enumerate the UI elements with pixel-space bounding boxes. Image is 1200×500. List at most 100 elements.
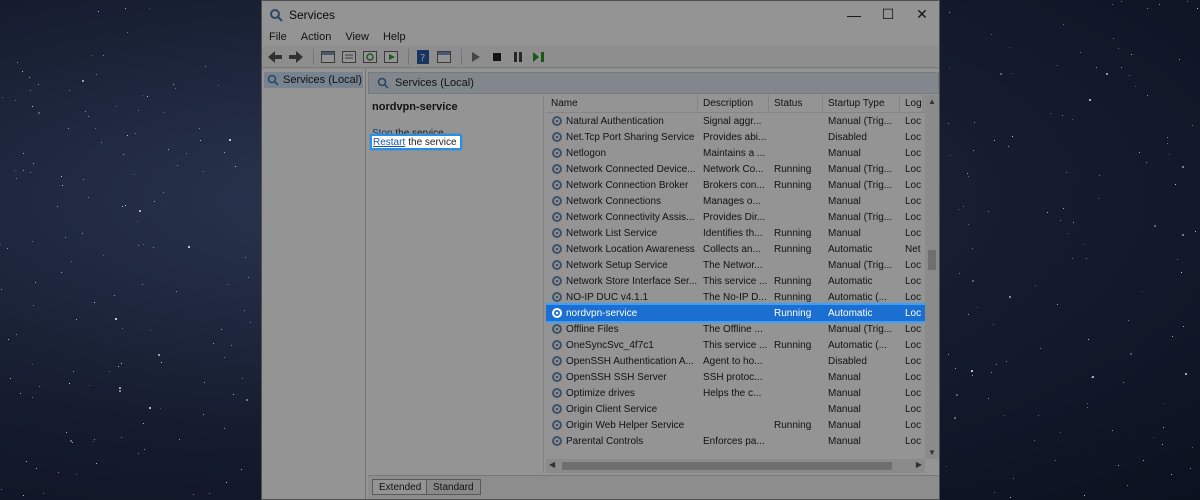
show-hide-pane-icon[interactable] (435, 48, 453, 66)
service-row[interactable]: Natural Authentication Signal aggr... Manu… (546, 113, 925, 129)
start-service-icon[interactable] (467, 48, 485, 66)
column-header-log-on-as[interactable]: Log (900, 94, 924, 113)
service-row[interactable]: NO-IP DUC v4.1.1 The No-IP D... Running Aut… (546, 289, 925, 305)
selected-service-row[interactable]: nordvpn-service Running Automatic Loc (546, 303, 925, 323)
service-row[interactable]: Network Location Awareness Collects an...… (546, 241, 925, 257)
properties-icon[interactable] (340, 48, 358, 66)
back-arrow-icon[interactable] (266, 48, 284, 66)
service-row[interactable]: Network Store Interface Ser... This servi… (546, 273, 925, 289)
service-row[interactable]: Parental Controls Enforces pa... Manual Loc (546, 433, 925, 449)
star-dot (26, 460, 28, 462)
star-dot (1003, 415, 1005, 417)
service-row[interactable]: Network Connection Broker Brokers con... R… (546, 177, 925, 193)
service-row[interactable]: OpenSSH SSH Server SSH protoc... Manual Loc (546, 369, 925, 385)
star-dot (948, 68, 950, 70)
service-name-cell: OpenSSH SSH Server (546, 371, 698, 383)
column-header-description[interactable]: Description (698, 94, 769, 113)
service-name-cell: Network Connection Broker (546, 179, 698, 191)
star-dot (115, 318, 117, 321)
tab-extended[interactable]: Extended (372, 479, 429, 495)
service-status-cell: Running (774, 163, 812, 175)
menu-view[interactable]: View (345, 31, 369, 43)
star-dot (1040, 348, 1042, 350)
menu-help[interactable]: Help (383, 31, 406, 43)
console-tree-icon[interactable] (319, 48, 337, 66)
minimize-button[interactable]: — (837, 1, 871, 28)
tree-item-services-local[interactable]: Services (Local) (264, 72, 363, 88)
tab-standard[interactable]: Standard (426, 479, 481, 495)
pause-service-icon[interactable] (509, 48, 527, 66)
star-dot (248, 277, 250, 279)
column-header-name[interactable]: Name (546, 94, 698, 113)
star-dot (1126, 484, 1128, 486)
service-row[interactable]: OpenSSH Authentication A... Agent to ho..… (546, 353, 925, 369)
export-list-icon[interactable] (382, 48, 400, 66)
close-button[interactable]: ✕ (905, 1, 939, 28)
service-gear-icon (552, 436, 562, 446)
star-dot (87, 196, 89, 198)
stop-service-icon[interactable] (488, 48, 506, 66)
star-dot (126, 134, 128, 136)
service-row[interactable]: Optimize drives Helps the c... Manual Loc (546, 385, 925, 401)
service-row[interactable]: Network Connectivity Assis... Provides Di… (546, 209, 925, 225)
scroll-down-icon[interactable]: ▼ (928, 448, 936, 457)
star-dot (229, 139, 232, 141)
service-row[interactable]: Network Connected Device... Network Co...… (546, 161, 925, 177)
forward-arrow-icon[interactable] (287, 48, 305, 66)
star-dot (212, 343, 214, 345)
pane-header-title: Services (Local) (395, 77, 474, 89)
service-row[interactable]: OneSyncSvc_4f7c1 This service ... Running A… (546, 337, 925, 353)
service-startup-type-cell: Manual (Trig... (828, 179, 893, 191)
star-dot (1127, 319, 1129, 321)
star-dot (1089, 98, 1092, 101)
restart-service-icon[interactable] (530, 48, 548, 66)
column-header-startup-type[interactable]: Startup Type (823, 94, 900, 113)
horizontal-scroll-thumb[interactable] (562, 462, 892, 470)
vertical-scroll-thumb[interactable] (928, 250, 936, 270)
star-dot (1057, 64, 1059, 66)
scroll-right-icon[interactable]: ▶ (916, 460, 922, 469)
star-dot (61, 175, 63, 177)
service-row[interactable]: Network Connections Manages o... Manual Loc (546, 193, 925, 209)
service-log-on-cell: Loc (905, 131, 922, 143)
star-dot (1196, 7, 1198, 9)
menu-file[interactable]: File (269, 31, 287, 43)
star-dot (249, 321, 251, 323)
help-icon[interactable]: ? (414, 48, 432, 66)
service-row[interactable]: Network Setup Service The Networ... Manual… (546, 257, 925, 273)
service-name-text: Net.Tcp Port Sharing Service (566, 131, 695, 143)
star-dot (89, 384, 91, 386)
star-dot (82, 178, 84, 180)
service-row[interactable]: Offline Files The Offline ... Manual (Trig… (546, 321, 925, 337)
service-row[interactable]: Netlogon Maintains a ... Manual Loc (546, 145, 925, 161)
service-startup-type-cell: Automatic (... (828, 291, 887, 303)
star-dot (1038, 415, 1040, 417)
horizontal-scrollbar[interactable]: ◀ ▶ (546, 459, 925, 473)
service-row[interactable]: Network List Service Identifies th... Runn… (546, 225, 925, 241)
refresh-icon[interactable] (361, 48, 379, 66)
vertical-scrollbar[interactable]: ▲ ▼ (925, 95, 939, 459)
maximize-button[interactable]: ☐ (871, 1, 905, 28)
star-dot (971, 280, 974, 283)
star-dot (71, 441, 73, 443)
star-dot (1009, 46, 1011, 48)
service-description-cell: SSH protoc... (703, 371, 763, 383)
star-dot (217, 85, 219, 87)
service-row[interactable]: Origin Client Service Manual Loc (546, 401, 925, 417)
restart-service-link[interactable]: Restart (373, 137, 405, 148)
star-dot (1161, 444, 1163, 446)
column-header-status[interactable]: Status (769, 94, 823, 113)
service-row[interactable]: Origin Web Helper Service Running Manual Lo… (546, 417, 925, 433)
star-dot (121, 328, 123, 330)
service-row[interactable]: Net.Tcp Port Sharing Service Provides abi… (546, 129, 925, 145)
service-name-text: OpenSSH Authentication A... (566, 355, 694, 367)
star-dot (972, 248, 974, 250)
star-dot (102, 254, 104, 256)
console-tree-pane: Services (Local) (262, 69, 366, 499)
scroll-left-icon[interactable]: ◀ (549, 460, 555, 469)
menu-action[interactable]: Action (301, 31, 332, 43)
star-dot (988, 211, 990, 213)
toolbar: ? (262, 46, 939, 68)
star-dot (1134, 86, 1136, 88)
scroll-up-icon[interactable]: ▲ (928, 97, 936, 106)
